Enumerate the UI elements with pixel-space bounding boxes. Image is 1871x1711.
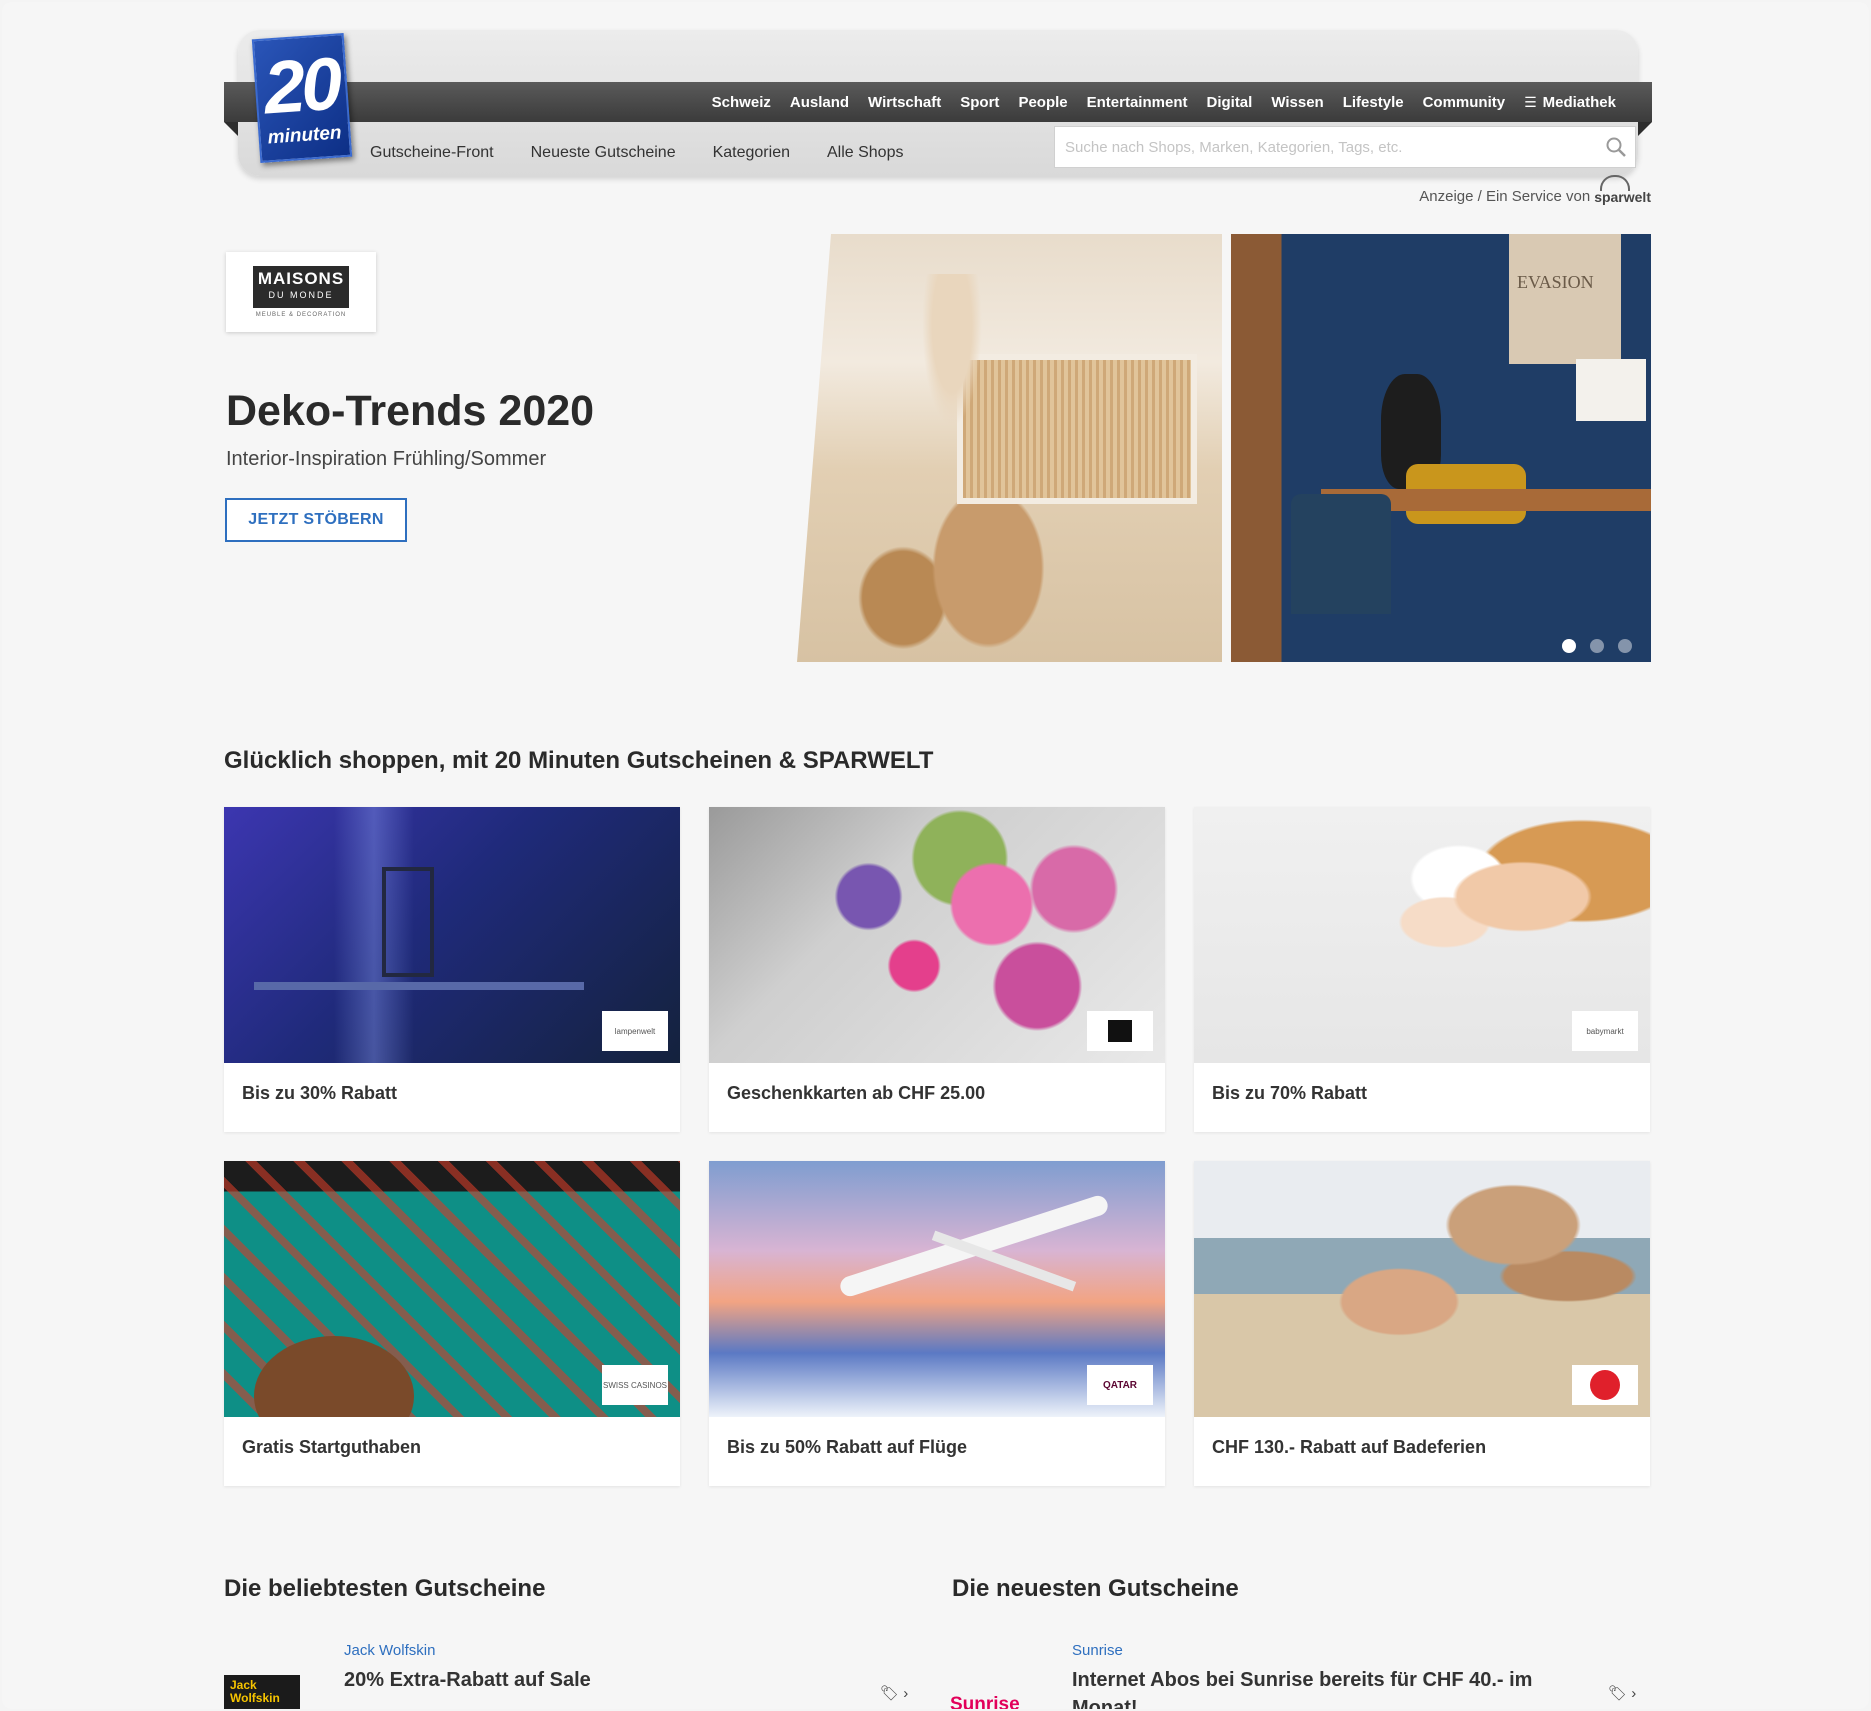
newest-coupon-row[interactable]: Sunrise Internet Abos bei Sunrise bereit… — [1072, 1642, 1652, 1709]
sunrise-logo[interactable]: Sunrise — [950, 1694, 1020, 1709]
badge-mark — [1108, 1020, 1132, 1042]
deal-image — [1194, 1161, 1650, 1417]
nav-item-sport[interactable]: Sport — [960, 94, 999, 111]
site-header: Schweiz Ausland Wirtschaft Sport People … — [224, 30, 1652, 176]
deal-card[interactable]: CHF 130.- Rabatt auf Badeferien — [1194, 1161, 1650, 1486]
subnav-gutscheine-front[interactable]: Gutscheine-Front — [370, 144, 494, 162]
menu-icon: ☰ — [1524, 93, 1537, 110]
nav-item-community[interactable]: Community — [1423, 94, 1506, 111]
search-icon[interactable] — [1597, 128, 1635, 166]
subnav-kategorien[interactable]: Kategorien — [713, 144, 790, 162]
main-nav: Schweiz Ausland Wirtschaft Sport People … — [224, 82, 1652, 136]
deal-label: Bis zu 70% Rabatt — [1212, 1083, 1368, 1103]
nav-item-ausland[interactable]: Ausland — [790, 94, 849, 111]
nav-item-digital[interactable]: Digital — [1206, 94, 1252, 111]
subnav-neueste-gutscheine[interactable]: Neueste Gutscheine — [531, 144, 676, 162]
sparwelt-logo[interactable]: sparwelt — [1594, 174, 1651, 205]
tag-icon[interactable]: 🏷 › — [1608, 1684, 1636, 1702]
roulette-wheel — [254, 1336, 414, 1417]
sub-nav: Gutscheine-Front Neueste Gutscheine Kate… — [370, 134, 940, 172]
shop-badge: SWISS CASINOS — [602, 1365, 668, 1405]
anzeige-text: Anzeige / Ein Service von — [1419, 188, 1591, 205]
deal-label: Bis zu 50% Rabatt auf Flüge — [727, 1437, 968, 1457]
deal-card[interactable]: QATAR Bis zu 50% Rabatt auf Flüge — [709, 1161, 1165, 1486]
nav-item-lifestyle[interactable]: Lifestyle — [1343, 94, 1404, 111]
mediathek-label: Mediathek — [1542, 93, 1616, 111]
page: Schweiz Ausland Wirtschaft Sport People … — [2, 2, 1869, 1709]
hero-image-living-room[interactable] — [797, 234, 1222, 662]
picture-frame — [382, 867, 434, 977]
deal-label: Geschenkkarten ab CHF 25.00 — [727, 1083, 986, 1103]
maisons-du-monde-logo[interactable]: MAISONS DU MONDE MEUBLE & DECORATION — [226, 252, 376, 332]
popular-title: Die beliebtesten Gutscheine — [224, 1575, 546, 1602]
table — [254, 982, 584, 990]
deal-image: lampenwelt — [224, 807, 680, 1063]
hero-cta-button[interactable]: JETZT STÖBERN — [225, 498, 407, 542]
shop-badge: babymarkt — [1572, 1011, 1638, 1051]
deal-image: QATAR — [709, 1161, 1165, 1417]
slider-dot-1[interactable] — [1562, 639, 1576, 653]
nav-item-wissen[interactable]: Wissen — [1271, 94, 1323, 111]
logo-word: minuten — [267, 122, 343, 149]
subnav-alle-shops[interactable]: Alle Shops — [827, 144, 904, 162]
shop-badge — [1087, 1011, 1153, 1051]
shop-badge: QATAR — [1087, 1365, 1153, 1405]
ad-disclosure: Anzeige / Ein Service von sparwelt — [1419, 174, 1651, 205]
nav-item-wirtschaft[interactable]: Wirtschaft — [868, 94, 941, 111]
deal-image: SWISS CASINOS — [224, 1161, 680, 1417]
brand-line1: MAISONS — [257, 269, 345, 288]
poster: EVASION — [1509, 234, 1621, 364]
search-input[interactable] — [1055, 128, 1597, 166]
deal-image — [709, 807, 1165, 1063]
deal-label: CHF 130.- Rabatt auf Badeferien — [1212, 1437, 1487, 1457]
nav-item-entertainment[interactable]: Entertainment — [1087, 94, 1188, 111]
tag-icon[interactable]: 🏷 › — [880, 1684, 908, 1702]
newest-title: Die neuesten Gutscheine — [952, 1575, 1239, 1602]
cabinet — [957, 354, 1197, 504]
pampas-decoration — [917, 274, 987, 444]
hero-image-dining-room[interactable]: EVASION — [1231, 234, 1651, 662]
deal-label: Bis zu 30% Rabatt — [242, 1083, 398, 1103]
deal-label: Gratis Startguthaben — [242, 1437, 422, 1457]
hero-slider-dots — [1562, 639, 1632, 653]
search-box — [1054, 126, 1636, 168]
nav-item-people[interactable]: People — [1018, 94, 1067, 111]
slider-dot-2[interactable] — [1590, 639, 1604, 653]
shop-name-link[interactable]: Jack Wolfskin — [344, 1642, 435, 1659]
deal-card[interactable]: Geschenkkarten ab CHF 25.00 — [709, 807, 1165, 1132]
nav-item-mediathek[interactable]: ☰ Mediathek — [1524, 94, 1616, 111]
hero-subtitle: Interior-Inspiration Frühling/Sommer — [226, 448, 547, 470]
badge-mark — [1590, 1370, 1620, 1400]
slider-dot-3[interactable] — [1618, 639, 1632, 653]
hero-title: Deko-Trends 2020 — [226, 387, 595, 435]
20-minuten-logo[interactable]: 20 minuten — [251, 32, 353, 164]
deal-card[interactable]: babymarkt Bis zu 70% Rabatt — [1194, 807, 1650, 1132]
jack-wolfskin-logo[interactable]: Jack Wolfskin — [224, 1675, 300, 1709]
lamp — [1576, 359, 1646, 421]
shop-badge: lampenwelt — [602, 1011, 668, 1051]
deal-card[interactable]: lampenwelt Bis zu 30% Rabatt — [224, 807, 680, 1132]
popular-coupon-row[interactable]: Jack Wolfskin 20% Extra-Rabatt auf Sale … — [344, 1642, 924, 1709]
shop-badge — [1572, 1365, 1638, 1405]
deal-image: babymarkt — [1194, 807, 1650, 1063]
section-title: Glücklich shoppen, mit 20 Minuten Gutsch… — [224, 747, 934, 774]
logo-number: 20 — [261, 41, 342, 130]
deal-card[interactable]: SWISS CASINOS Gratis Startguthaben — [224, 1161, 680, 1486]
coupon-title[interactable]: 20% Extra-Rabatt auf Sale — [344, 1666, 864, 1694]
coupon-title[interactable]: Internet Abos bei Sunrise bereits für CH… — [1072, 1666, 1592, 1709]
brand-block: MAISONS DU MONDE — [253, 266, 349, 308]
brand-tagline: MEUBLE & DECORATION — [255, 312, 347, 318]
shop-name-link[interactable]: Sunrise — [1072, 1642, 1123, 1659]
nav-item-schweiz[interactable]: Schweiz — [712, 94, 771, 111]
chair-blue — [1291, 494, 1391, 614]
brand-line2: DU MONDE — [268, 290, 334, 300]
